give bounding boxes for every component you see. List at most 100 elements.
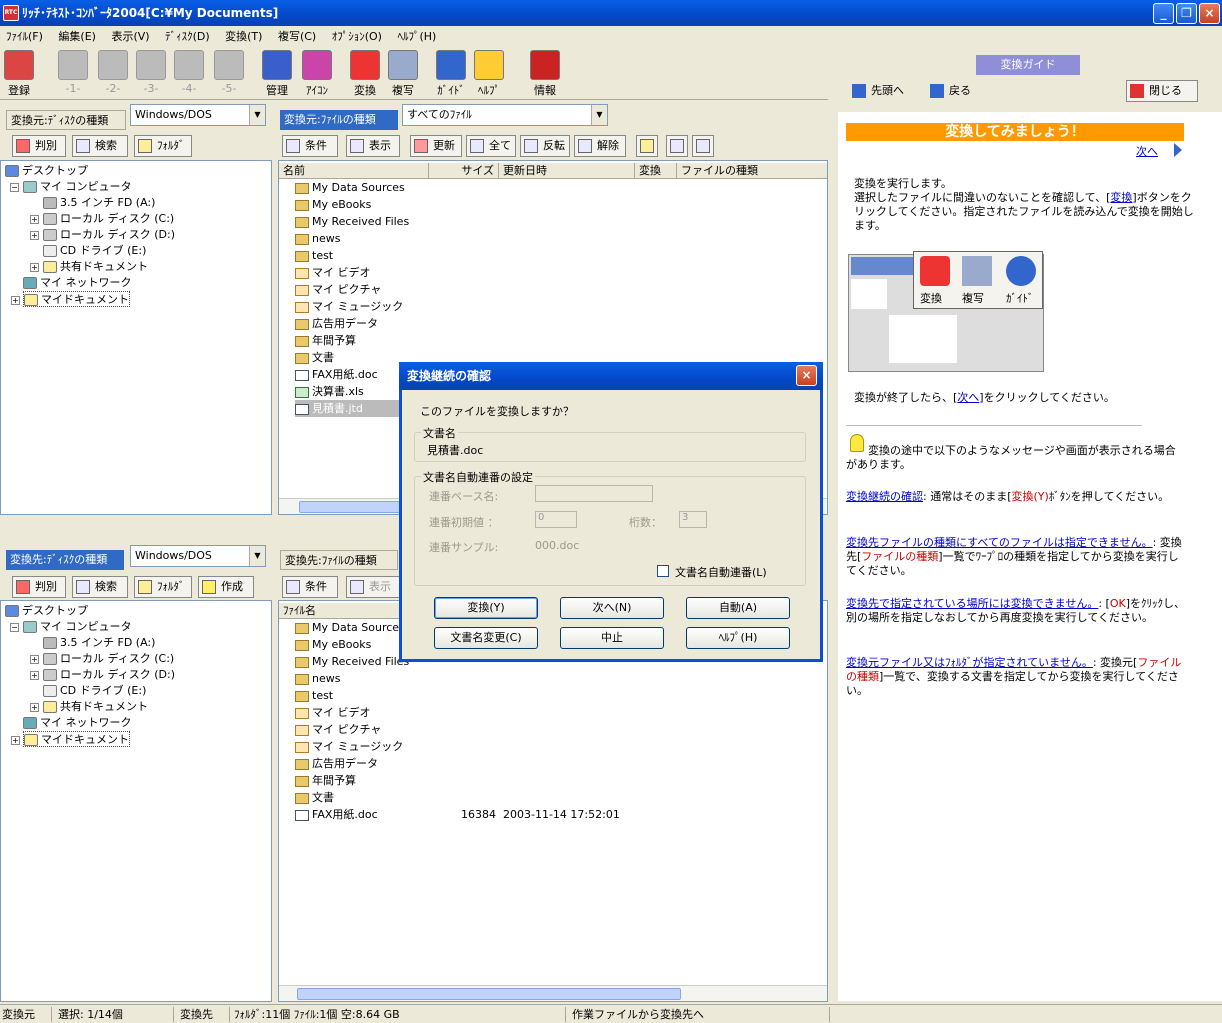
source-disk-type-select[interactable]: Windows/DOS ▼	[130, 104, 266, 126]
tree-node[interactable]: + ローカル ディスク (C:)	[30, 211, 174, 227]
guide-tab[interactable]: 変換ガイド	[976, 55, 1080, 75]
abort-button[interactable]: 中止	[560, 627, 664, 649]
tree-node[interactable]: デスクトップ	[5, 603, 88, 619]
slot2-button[interactable]: -2-	[94, 50, 132, 98]
source-folder-button[interactable]: ﾌｫﾙﾀﾞ	[134, 135, 192, 157]
source-condition-button[interactable]: 条件	[282, 135, 338, 157]
file-row[interactable]: FAX用紙.doc	[295, 366, 378, 383]
menu-copy[interactable]: 複写(C)	[272, 26, 322, 46]
file-row[interactable]: news	[295, 670, 340, 687]
file-row[interactable]: 広告用データ	[295, 755, 378, 772]
collapse-toggle[interactable]: −	[10, 623, 19, 632]
tree-node[interactable]: + ローカル ディスク (D:)	[30, 227, 175, 243]
tree-node[interactable]: − マイ コンピュータ	[10, 179, 132, 195]
menu-view[interactable]: 表示(V)	[105, 26, 155, 46]
guide-close-button[interactable]: 閉じる	[1126, 80, 1198, 102]
file-row[interactable]: My Received Files	[295, 653, 409, 670]
file-row[interactable]: My eBooks	[295, 196, 371, 213]
guide-back-button[interactable]: 戻る	[926, 80, 986, 102]
tree-node[interactable]: − マイ コンピュータ	[10, 619, 132, 635]
dialog-close-button[interactable]: ×	[796, 365, 817, 386]
slot5-button[interactable]: -5-	[210, 50, 248, 98]
tree-node[interactable]: 3.5 インチ FD (A:)	[43, 195, 155, 211]
restore-button[interactable]: ❐	[1176, 3, 1197, 24]
auto-number-checkbox[interactable]	[657, 565, 669, 577]
expand-toggle[interactable]: +	[11, 296, 20, 305]
target-show-button[interactable]: 表示	[346, 576, 400, 598]
digits-field[interactable]: 3	[679, 511, 707, 528]
column-size[interactable]: サイズ	[429, 163, 499, 179]
help-button[interactable]: ﾍﾙﾌﾟ	[470, 50, 508, 98]
tree-node[interactable]: マイ ネットワーク	[23, 275, 132, 291]
horizontal-scrollbar[interactable]	[279, 985, 827, 1001]
file-row[interactable]: My Data Sources	[295, 619, 405, 636]
expand-toggle[interactable]: +	[30, 215, 39, 224]
icon-view-button[interactable]: ｱｲｺﾝ	[298, 50, 336, 98]
guide-item-link[interactable]: 変換元ファイル又はﾌｫﾙﾀﾞが指定されていません。	[846, 656, 1093, 669]
tree-node[interactable]: 3.5 インチ FD (A:)	[43, 635, 155, 651]
minimize-button[interactable]: _	[1153, 3, 1174, 24]
column-modified[interactable]: 更新日時	[499, 163, 635, 179]
source-invert-button[interactable]: 反転	[520, 135, 570, 157]
file-row[interactable]: マイ ビデオ	[295, 264, 371, 281]
expand-toggle[interactable]: +	[30, 703, 39, 712]
tree-node[interactable]: + マイドキュメント	[11, 291, 130, 307]
file-row[interactable]: 決算書.xls	[295, 383, 364, 400]
file-row[interactable]: My Data Sources	[295, 179, 405, 196]
target-search-button[interactable]: 検索	[72, 576, 128, 598]
tree-node[interactable]: マイ ネットワーク	[23, 715, 132, 731]
guide-next-link[interactable]: 次へ	[1136, 145, 1158, 159]
source-clear-button[interactable]: 解除	[574, 135, 626, 157]
target-create-button[interactable]: 作成	[198, 576, 254, 598]
copy-button[interactable]: 複写	[384, 50, 422, 98]
detail-view-button[interactable]	[692, 135, 714, 157]
file-row[interactable]: マイ ビデオ	[295, 704, 371, 721]
file-row[interactable]: マイ ピクチャ	[295, 721, 381, 738]
menu-convert[interactable]: 変換(T)	[219, 26, 268, 46]
file-row[interactable]: 広告用データ	[295, 315, 378, 332]
source-show-button[interactable]: 表示	[346, 135, 400, 157]
source-search-button[interactable]: 検索	[72, 135, 128, 157]
target-disk-type-select[interactable]: Windows/DOS ▼	[130, 545, 266, 567]
target-folder-tree[interactable]: デスクトップ − マイ コンピュータ 3.5 インチ FD (A:) + ローカル …	[0, 600, 272, 1002]
source-select-all-button[interactable]: 全て	[466, 135, 516, 157]
guide-item-link[interactable]: 変換先ファイルの種類にすべてのファイルは指定できません。	[846, 536, 1153, 549]
initial-value-field[interactable]: 0	[535, 511, 577, 528]
menu-disk[interactable]: ﾃﾞｨｽｸ(D)	[159, 26, 216, 46]
file-row[interactable]: news	[295, 230, 340, 247]
file-row[interactable]: test	[295, 247, 333, 264]
list-view-button[interactable]	[666, 135, 688, 157]
expand-toggle[interactable]: +	[30, 655, 39, 664]
convert-button[interactable]: 変換	[346, 50, 384, 98]
column-name[interactable]: 名前	[279, 163, 429, 179]
auto-number-label[interactable]: 文書名自動連番(L)	[675, 564, 767, 580]
guide-first-button[interactable]: 先頭へ	[848, 80, 918, 102]
convert-link[interactable]: 変換	[1110, 191, 1132, 204]
file-row[interactable]: マイ ミュージック	[295, 298, 403, 315]
target-condition-button[interactable]: 条件	[282, 576, 338, 598]
menu-edit[interactable]: 編集(E)	[52, 26, 102, 46]
expand-toggle[interactable]: +	[30, 231, 39, 240]
source-folder-tree[interactable]: デスクトップ − マイ コンピュータ 3.5 インチ FD (A:) + ローカル …	[0, 160, 272, 515]
convert-yes-button[interactable]: 変換(Y)	[434, 597, 538, 619]
file-row[interactable]: 文書	[295, 789, 334, 806]
scroll-thumb[interactable]	[297, 988, 681, 1000]
slot1-button[interactable]: -1-	[54, 50, 92, 98]
menu-help[interactable]: ﾍﾙﾌﾟ(H)	[391, 26, 442, 46]
target-folder-button[interactable]: ﾌｫﾙﾀﾞ	[134, 576, 192, 598]
slot3-button[interactable]: -3-	[132, 50, 170, 98]
file-row[interactable]: test	[295, 687, 333, 704]
file-row[interactable]: 年間予算	[295, 332, 356, 349]
rename-button[interactable]: 文書名変更(C)	[434, 627, 538, 649]
register-button[interactable]: 登録	[0, 50, 38, 98]
source-detect-button[interactable]: 判別	[12, 135, 66, 157]
file-row[interactable]: My Received Files	[295, 213, 409, 230]
source-refresh-button[interactable]: 更新	[410, 135, 462, 157]
info-button[interactable]: 情報	[526, 50, 564, 98]
menu-file[interactable]: ﾌｧｲﾙ(F)	[0, 26, 49, 46]
manage-button[interactable]: 管理	[258, 50, 296, 98]
guide-button[interactable]: ｶﾞｲﾄﾞ	[432, 50, 470, 98]
tree-node[interactable]: デスクトップ	[5, 163, 88, 179]
column-file-type[interactable]: ファイルの種類	[677, 163, 827, 179]
file-row[interactable]: マイ ピクチャ	[295, 281, 381, 298]
